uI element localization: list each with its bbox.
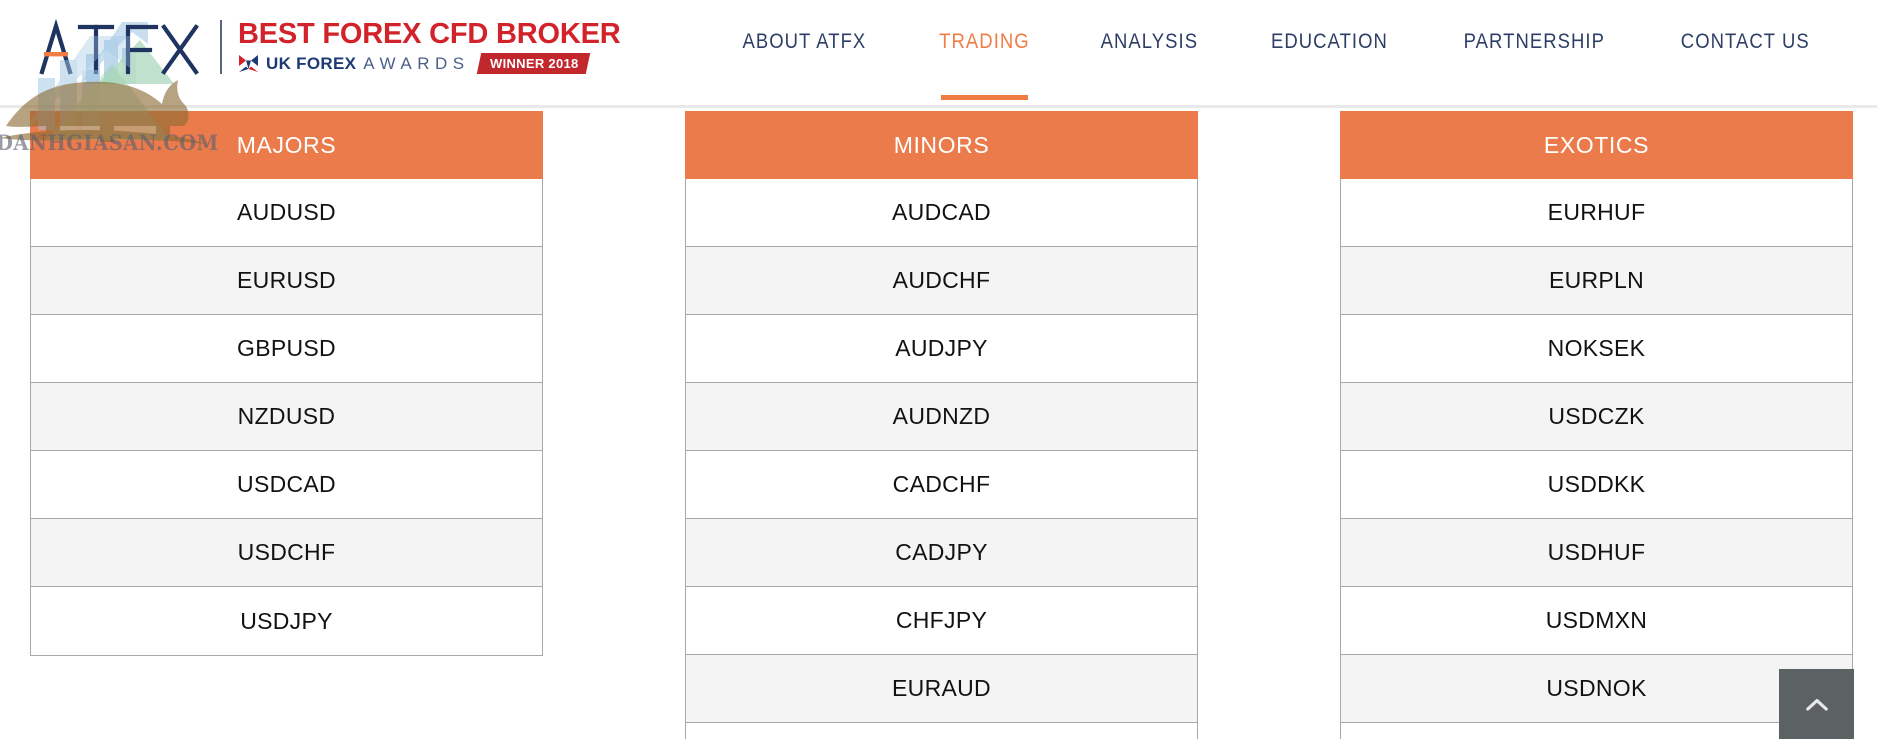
- table-row[interactable]: NOKSEK: [1341, 315, 1852, 383]
- award-title: BEST FOREX CFD BROKER: [238, 17, 621, 50]
- award-winner-badge-label: WINNER 2018: [489, 56, 579, 72]
- table-body-exotics: EURHUF EURPLN NOKSEK USDCZK USDDKK USDHU…: [1340, 179, 1853, 739]
- nav-item-label: ABOUT ATFX: [742, 30, 867, 53]
- nav-item-analysis[interactable]: ANALYSIS: [1101, 30, 1198, 100]
- table-row[interactable]: USDMXN: [1341, 587, 1852, 655]
- award-lockup: BEST FOREX CFD BROKER UK FOREX AWARDS WI…: [238, 17, 621, 75]
- table-row[interactable]: GBPUSD: [31, 315, 542, 383]
- award-org-prefix: UK FOREX: [266, 53, 357, 73]
- table-row[interactable]: USDCAD: [31, 451, 542, 519]
- table-row[interactable]: USDDKK: [1341, 451, 1852, 519]
- table-row[interactable]: AUDUSD: [31, 179, 542, 247]
- main-navigation: ABOUT ATFX TRADING ANALYSIS EDUCATION PA…: [734, 0, 1877, 108]
- table-row[interactable]: USDPLN: [1341, 723, 1852, 739]
- table-row[interactable]: NZDUSD: [31, 383, 542, 451]
- table-row[interactable]: AUDNZD: [686, 383, 1197, 451]
- site-header: BEST FOREX CFD BROKER UK FOREX AWARDS WI…: [0, 0, 1877, 108]
- table-row[interactable]: AUDCHF: [686, 247, 1197, 315]
- nav-item-trading[interactable]: TRADING: [939, 30, 1030, 100]
- table-row[interactable]: CHFJPY: [686, 587, 1197, 655]
- table-header-majors: MAJORS: [30, 111, 543, 179]
- nav-active-indicator: [941, 95, 1029, 100]
- nav-item-label: TRADING: [939, 30, 1030, 53]
- nav-item-label: ANALYSIS: [1100, 30, 1199, 53]
- scroll-to-top-button[interactable]: [1779, 669, 1854, 739]
- table-body-minors: AUDCAD AUDCHF AUDJPY AUDNZD CADCHF CADJP…: [685, 179, 1198, 739]
- table-minors: MINORS AUDCAD AUDCHF AUDJPY AUDNZD CADCH…: [685, 111, 1198, 739]
- award-org-suffix: AWARDS: [363, 53, 470, 73]
- table-row[interactable]: EURAUD: [686, 655, 1197, 723]
- table-row[interactable]: EURPLN: [1341, 247, 1852, 315]
- nav-item-label: PARTNERSHIP: [1463, 30, 1605, 53]
- table-row[interactable]: CADCHF: [686, 451, 1197, 519]
- table-row[interactable]: EURCAD: [686, 723, 1197, 739]
- table-row[interactable]: EURUSD: [31, 247, 542, 315]
- table-row[interactable]: USDJPY: [31, 587, 542, 655]
- table-header-minors: MINORS: [685, 111, 1198, 179]
- atfx-logo: [39, 18, 199, 84]
- table-row[interactable]: USDHUF: [1341, 519, 1852, 587]
- table-row[interactable]: AUDJPY: [686, 315, 1197, 383]
- nav-item-about-atfx[interactable]: ABOUT ATFX: [743, 30, 867, 100]
- nav-item-contact-us[interactable]: CONTACT US: [1681, 30, 1810, 100]
- uk-forex-awards-mark-icon: [239, 55, 258, 73]
- page-root: BEST FOREX CFD BROKER UK FOREX AWARDS WI…: [0, 0, 1877, 739]
- brand-divider: [220, 20, 222, 74]
- nav-item-education[interactable]: EDUCATION: [1271, 30, 1388, 100]
- table-majors: MAJORS AUDUSD EURUSD GBPUSD NZDUSD USDCA…: [30, 111, 543, 656]
- table-row[interactable]: USDNOK: [1341, 655, 1852, 723]
- table-body-majors: AUDUSD EURUSD GBPUSD NZDUSD USDCAD USDCH…: [30, 179, 543, 656]
- table-header-exotics: EXOTICS: [1340, 111, 1853, 179]
- nav-item-label: CONTACT US: [1681, 30, 1811, 53]
- table-row[interactable]: CADJPY: [686, 519, 1197, 587]
- award-winner-badge: WINNER 2018: [476, 53, 590, 75]
- table-row[interactable]: USDCHF: [31, 519, 542, 587]
- chevron-up-icon: [1805, 698, 1828, 711]
- table-exotics: EXOTICS EURHUF EURPLN NOKSEK USDCZK USDD…: [1340, 111, 1853, 739]
- nav-item-label: EDUCATION: [1270, 30, 1388, 53]
- table-row[interactable]: USDCZK: [1341, 383, 1852, 451]
- table-row[interactable]: AUDCAD: [686, 179, 1197, 247]
- nav-item-partnership[interactable]: PARTNERSHIP: [1463, 30, 1604, 100]
- brand-lockup[interactable]: BEST FOREX CFD BROKER UK FOREX AWARDS WI…: [36, 4, 621, 90]
- table-row[interactable]: EURHUF: [1341, 179, 1852, 247]
